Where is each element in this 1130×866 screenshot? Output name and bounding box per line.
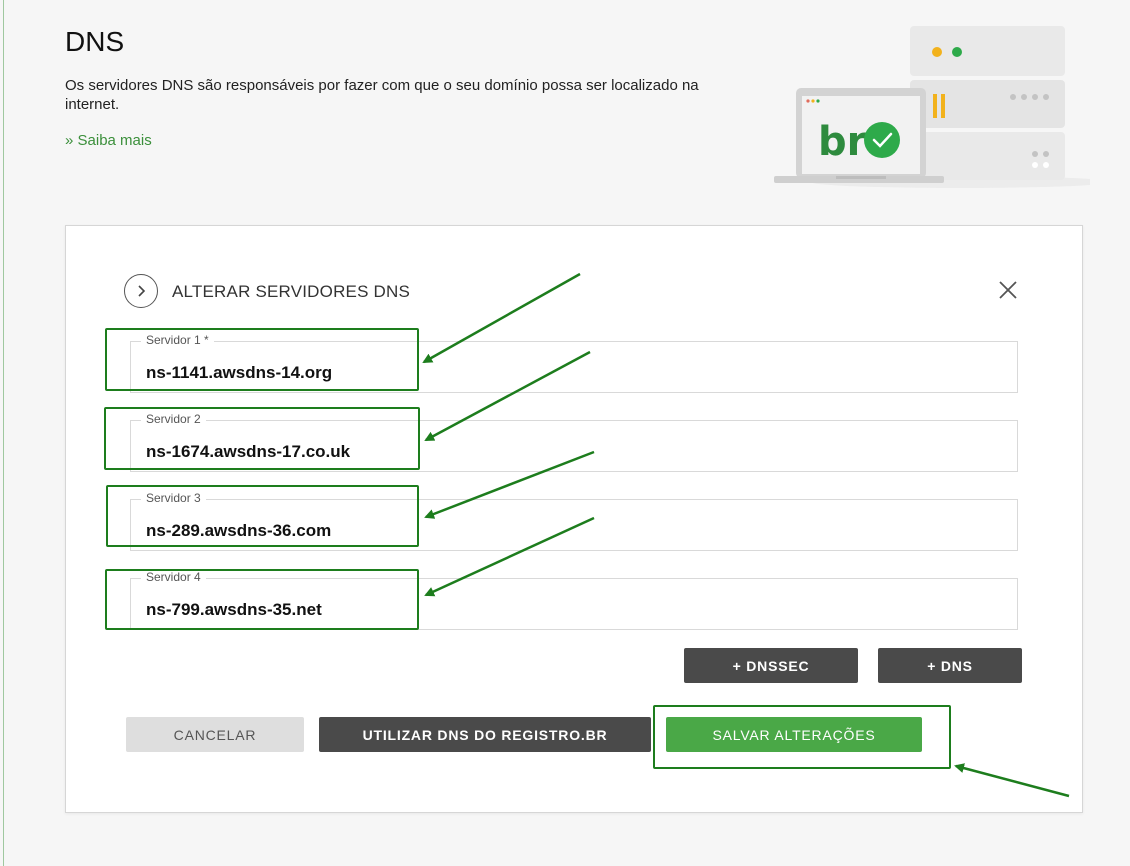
- status-led-yellow-icon: [932, 47, 942, 57]
- left-border: [3, 0, 4, 866]
- cancel-button[interactable]: CANCELAR: [126, 717, 304, 752]
- chevron-right-icon[interactable]: [124, 274, 158, 308]
- server-4-field: Servidor 4: [130, 570, 1018, 630]
- page-description: Os servidores DNS são responsáveis por f…: [65, 77, 699, 113]
- learn-more-link[interactable]: » Saiba mais: [65, 132, 152, 149]
- dns-illustration: br: [774, 26, 1090, 188]
- server-2-field: Servidor 2: [130, 412, 1018, 472]
- use-registro-dns-button[interactable]: UTILIZAR DNS DO REGISTRO.BR: [319, 717, 651, 752]
- server-2-input[interactable]: [131, 421, 1017, 471]
- server-1-field: Servidor 1 *: [130, 333, 1018, 393]
- save-changes-button[interactable]: SALVAR ALTERAÇÕES: [666, 717, 922, 752]
- close-icon[interactable]: [996, 278, 1020, 302]
- server-4-input[interactable]: [131, 579, 1017, 629]
- panel-title: ALTERAR SERVIDORES DNS: [172, 282, 411, 301]
- add-dns-button[interactable]: + DNS: [878, 648, 1022, 683]
- status-led-green-icon: [952, 47, 962, 57]
- change-dns-panel: ALTERAR SERVIDORES DNS Servidor 1 * Serv…: [65, 225, 1083, 813]
- svg-text:br: br: [818, 119, 867, 165]
- server-3-field: Servidor 3: [130, 491, 1018, 551]
- page-title: DNS: [65, 26, 125, 57]
- server-3-input[interactable]: [131, 500, 1017, 550]
- check-circle-icon: [864, 122, 900, 158]
- add-dnssec-button[interactable]: + DNSSEC: [684, 648, 858, 683]
- server-1-input[interactable]: [131, 342, 1017, 392]
